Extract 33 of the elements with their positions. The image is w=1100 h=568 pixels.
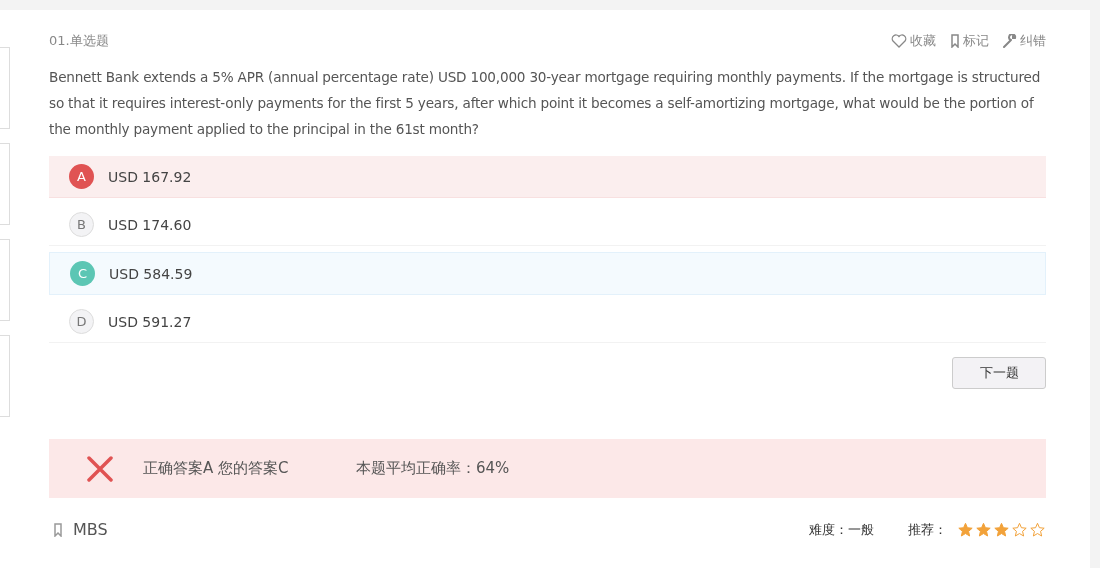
- option-letter: C: [70, 261, 95, 286]
- option-text: USD 591.27: [108, 313, 192, 330]
- option-letter: B: [69, 212, 94, 237]
- option-text: USD 167.92: [108, 168, 192, 185]
- mark-button[interactable]: 标记: [950, 32, 989, 50]
- answer-option[interactable]: C USD 584.59: [49, 252, 1046, 295]
- option-letter: A: [69, 164, 94, 189]
- difficulty-text: 难度：一般: [809, 520, 874, 539]
- answer-summary: 正确答案A 您的答案C: [143, 459, 290, 478]
- answer-option[interactable]: D USD 591.27: [49, 301, 1046, 343]
- question-text: Bennett Bank extends a 5% APR (annual percentage rate) USD 100,000 30-year mortgage requiring monthly payments. If the mortgage is structured so that it requires interest-only payments for the first 5 years, after which point it becomes a self-amortizing mortgage, what would be the portion of the monthly payment applied to the principal in the 61st month?: [49, 68, 1042, 139]
- option-letter: D: [69, 309, 94, 334]
- question-number: 01.单选题: [49, 32, 109, 50]
- star-icon: [1029, 521, 1046, 538]
- report-button[interactable]: 纠错: [1003, 32, 1046, 50]
- cross-icon: [87, 455, 113, 482]
- star-icon: [975, 521, 992, 538]
- wrench-icon: [1003, 34, 1017, 48]
- bookmark-icon: [950, 34, 960, 48]
- star-icon: [993, 521, 1010, 538]
- heart-icon: [891, 34, 907, 48]
- star-icon: [1011, 521, 1028, 538]
- bookmark-icon: [53, 522, 63, 537]
- recommend-label: 推荐：: [908, 520, 947, 539]
- answer-option[interactable]: A USD 167.92: [49, 156, 1046, 198]
- answer-option[interactable]: B USD 174.60: [49, 204, 1046, 246]
- next-question-button[interactable]: 下一题: [952, 357, 1046, 389]
- accuracy-text: 本题平均正确率：64%: [356, 459, 510, 478]
- star-icon: [957, 521, 974, 538]
- favorite-button[interactable]: 收藏: [891, 32, 936, 50]
- option-text: USD 174.60: [108, 216, 192, 233]
- option-text: USD 584.59: [109, 265, 193, 282]
- tag-label: MBS: [73, 520, 108, 539]
